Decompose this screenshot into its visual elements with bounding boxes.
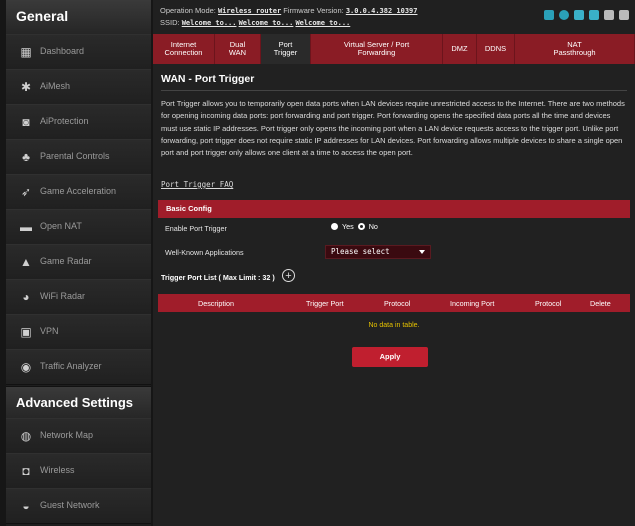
dashboard-icon: ▦ bbox=[20, 45, 32, 59]
nat-icon: ▬ bbox=[20, 220, 32, 234]
status-icon[interactable] bbox=[619, 10, 629, 20]
aimesh-icon: ✱ bbox=[20, 80, 32, 94]
ssid-label: SSID: bbox=[160, 18, 180, 27]
page-title: WAN - Port Trigger bbox=[161, 73, 255, 85]
shield-icon: ◙ bbox=[22, 115, 30, 129]
wifi-radar-icon: ◕ bbox=[22, 290, 30, 304]
sidebar-item-aimesh[interactable]: ✱ AiMesh bbox=[6, 69, 151, 105]
sidebar-general-header: General bbox=[6, 0, 151, 35]
sidebar-advanced-header: Advanced Settings bbox=[6, 386, 151, 420]
firmware-link[interactable]: 3.0.0.4.382_10397 bbox=[346, 7, 418, 15]
sidebar-item-label: Guest Network bbox=[40, 500, 100, 510]
port-trigger-faq-link[interactable]: Port Trigger FAQ bbox=[161, 180, 233, 189]
radio-yes[interactable] bbox=[331, 223, 338, 230]
column-header: Delete bbox=[590, 299, 611, 308]
column-header: Protocol bbox=[384, 299, 411, 308]
sidebar-general-title: General bbox=[16, 8, 69, 24]
sidebar-item-label: Wireless bbox=[40, 465, 75, 475]
sidebar-item-traffic-analyzer[interactable]: ◉ Traffic Analyzer bbox=[6, 349, 151, 385]
empty-table-message: No data in table. bbox=[368, 322, 420, 329]
column-header: Description bbox=[198, 299, 234, 308]
radio-yes-label[interactable]: Yes bbox=[342, 222, 354, 231]
ssid-line: SSID: Welcome to... Welcome to... Welcom… bbox=[160, 18, 350, 27]
tab-dmz[interactable]: DMZ bbox=[443, 34, 477, 64]
ssid-value[interactable]: Welcome to... bbox=[182, 19, 237, 27]
basic-config-header: Basic Config bbox=[158, 200, 630, 218]
tab-bar: Internet Connection Dual WAN Port Trigger V… bbox=[153, 34, 635, 64]
column-header: Trigger Port bbox=[306, 299, 344, 308]
sidebar-item-aiprotection[interactable]: ◙ AiProtection bbox=[6, 104, 151, 140]
sidebar-item-wireless[interactable]: ◘ Wireless bbox=[6, 453, 151, 489]
column-header: Protocol bbox=[535, 299, 562, 308]
operation-mode-label: Operation Mode: bbox=[160, 6, 216, 15]
sidebar: General ▦ Dashboard ✱ AiMesh ◙ AiProtect… bbox=[6, 0, 151, 526]
sidebar-item-network-map[interactable]: ◍ Network Map bbox=[6, 418, 151, 454]
status-icons bbox=[544, 10, 629, 20]
status-icon[interactable] bbox=[559, 10, 569, 20]
sidebar-item-wifi-radar[interactable]: ◕ WiFi Radar bbox=[6, 279, 151, 315]
traffic-analyzer-icon: ◉ bbox=[20, 360, 32, 374]
well-known-apps-label: Well-Known Applications bbox=[165, 248, 244, 257]
tab-ddns[interactable]: DDNS bbox=[477, 34, 515, 64]
divider bbox=[161, 90, 627, 91]
sidebar-item-label: VPN bbox=[40, 326, 59, 336]
sidebar-item-parental-controls[interactable]: ♣ Parental Controls bbox=[6, 139, 151, 175]
section-title: Basic Config bbox=[166, 204, 212, 213]
status-icon[interactable] bbox=[589, 10, 599, 20]
firmware-label: Firmware Version: bbox=[283, 6, 344, 15]
sidebar-item-label: Game Acceleration bbox=[40, 186, 117, 196]
status-bar: Operation Mode: Wireless router Firmware… bbox=[153, 0, 635, 34]
sidebar-item-game-radar[interactable]: ▲ Game Radar bbox=[6, 244, 151, 280]
enable-port-trigger-label: Enable Port Trigger bbox=[165, 224, 227, 233]
page-description: Port Trigger allows you to temporarily o… bbox=[161, 99, 625, 158]
well-known-apps-select[interactable]: Please select bbox=[325, 245, 431, 259]
sidebar-item-vpn[interactable]: ▣ VPN bbox=[6, 314, 151, 350]
sidebar-item-label: Dashboard bbox=[40, 46, 85, 56]
trigger-table-header: Description Trigger Port Protocol Incomi… bbox=[158, 294, 630, 312]
router-admin-window: General ▦ Dashboard ✱ AiMesh ◙ AiProtect… bbox=[0, 0, 635, 526]
sidebar-item-game-acceleration[interactable]: ➶ Game Acceleration bbox=[6, 174, 151, 210]
main-content: WAN - Port Trigger Port Trigger allows y… bbox=[153, 64, 635, 526]
trigger-list-title: Trigger Port List ( Max Limit : 32 ) bbox=[161, 273, 275, 282]
sidebar-advanced-title: Advanced Settings bbox=[16, 395, 134, 410]
operation-mode-link[interactable]: Wireless router bbox=[218, 7, 281, 15]
rocket-icon: ➶ bbox=[20, 185, 32, 199]
status-icon[interactable] bbox=[604, 10, 614, 20]
ssid-value[interactable]: Welcome to... bbox=[295, 19, 350, 27]
column-header: Incoming Port bbox=[450, 299, 495, 308]
sidebar-item-label: AiMesh bbox=[40, 81, 71, 91]
sidebar-item-label: WiFi Radar bbox=[40, 291, 86, 301]
tab-nat-passthrough[interactable]: NAT Passthrough bbox=[515, 34, 635, 64]
status-icon[interactable] bbox=[574, 10, 584, 20]
guest-network-icon: ◒ bbox=[22, 499, 30, 513]
radar-icon: ▲ bbox=[20, 255, 32, 269]
wireless-icon: ◘ bbox=[22, 464, 30, 478]
tab-internet-connection[interactable]: Internet Connection bbox=[153, 34, 215, 64]
tab-port-trigger[interactable]: Port Trigger bbox=[261, 34, 311, 64]
vpn-icon: ▣ bbox=[20, 325, 32, 339]
enable-port-trigger-radio-group: Yes No bbox=[331, 222, 378, 231]
sidebar-item-label: Game Radar bbox=[40, 256, 92, 266]
radio-no-label[interactable]: No bbox=[369, 222, 378, 231]
operation-mode-line: Operation Mode: Wireless router Firmware… bbox=[160, 6, 417, 15]
chevron-down-icon bbox=[419, 250, 425, 254]
sidebar-item-label: Open NAT bbox=[40, 221, 82, 231]
tab-dual-wan[interactable]: Dual WAN bbox=[215, 34, 261, 64]
sidebar-item-open-nat[interactable]: ▬ Open NAT bbox=[6, 209, 151, 245]
ssid-value[interactable]: Welcome to... bbox=[239, 19, 294, 27]
family-icon: ♣ bbox=[22, 150, 30, 164]
select-value: Please select bbox=[331, 247, 390, 256]
tab-virtual-server[interactable]: Virtual Server / Port Forwarding bbox=[311, 34, 443, 64]
sidebar-item-guest-network[interactable]: ◒ Guest Network bbox=[6, 488, 151, 524]
network-map-icon: ◍ bbox=[20, 429, 32, 443]
apply-button[interactable]: Apply bbox=[352, 347, 428, 367]
sidebar-item-label: Traffic Analyzer bbox=[40, 361, 102, 371]
radio-no[interactable] bbox=[357, 223, 365, 230]
add-icon[interactable]: + bbox=[282, 269, 295, 282]
status-icon[interactable] bbox=[544, 10, 554, 20]
sidebar-item-label: AiProtection bbox=[40, 116, 89, 126]
sidebar-item-label: Parental Controls bbox=[40, 151, 110, 161]
sidebar-item-dashboard[interactable]: ▦ Dashboard bbox=[6, 34, 151, 70]
sidebar-item-label: Network Map bbox=[40, 430, 94, 440]
